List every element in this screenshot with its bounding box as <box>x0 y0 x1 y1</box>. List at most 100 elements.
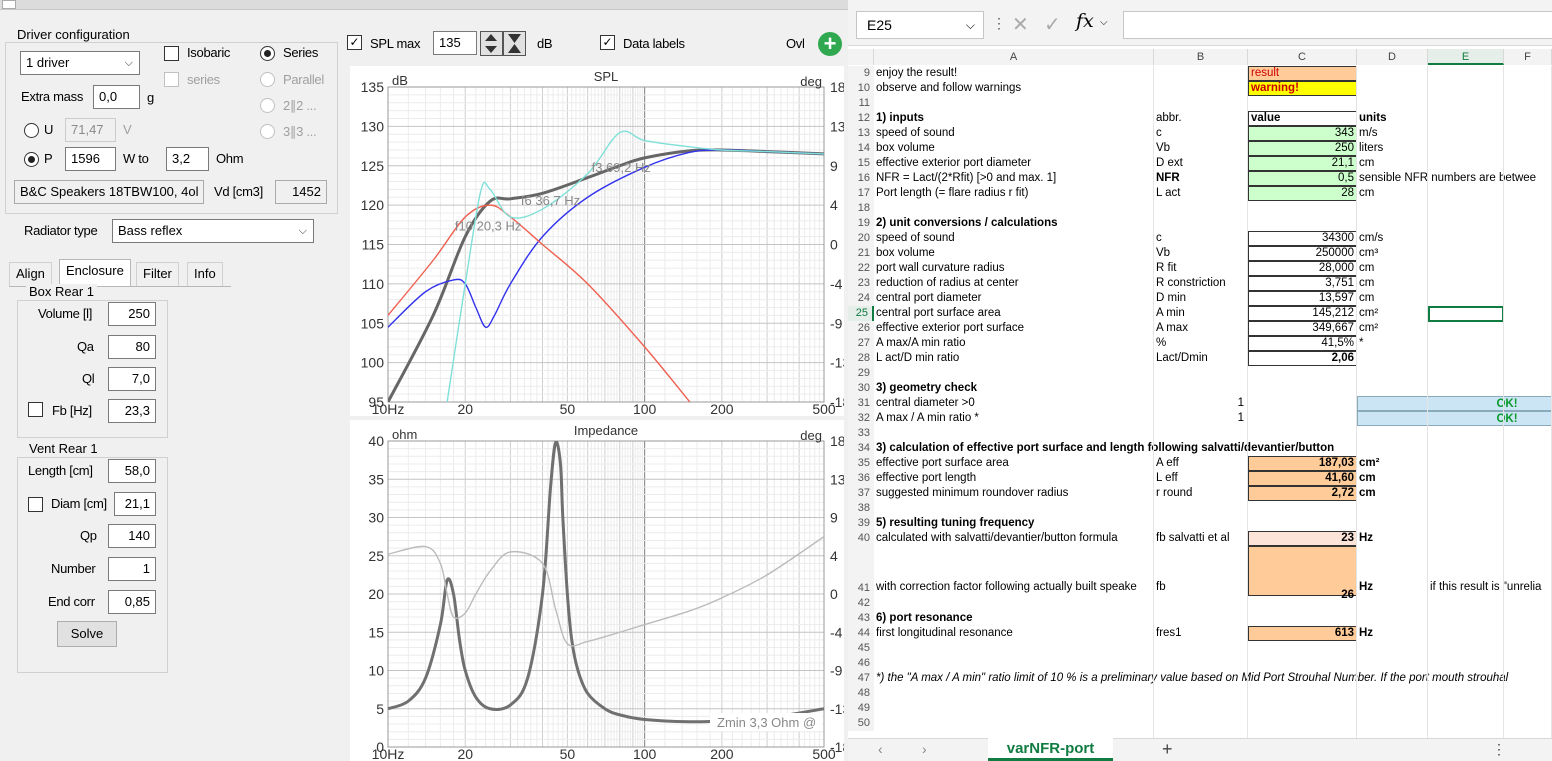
prev-sheet-icon[interactable]: ‹ <box>878 741 883 757</box>
row-header[interactable]: 46 <box>848 656 874 671</box>
row-header[interactable]: 18 <box>848 201 874 216</box>
formula-input[interactable] <box>1123 11 1552 39</box>
cell-d[interactable]: cm <box>1357 276 1428 291</box>
cell-c[interactable]: 343 <box>1248 126 1357 141</box>
voltage-input[interactable]: 71,47 <box>65 118 116 142</box>
cell-b[interactable]: Vb <box>1154 246 1246 261</box>
row-header[interactable]: 29 <box>848 366 874 381</box>
cell-d[interactable]: liters <box>1357 141 1428 156</box>
cell-d[interactable]: cm² <box>1357 456 1428 471</box>
cell-d[interactable]: Hz <box>1357 531 1428 546</box>
cell-b[interactable]: 1 <box>1154 396 1246 411</box>
cell-c[interactable]: 23 <box>1248 531 1357 546</box>
cell-e[interactable]: OK! <box>1357 411 1552 426</box>
cell-a[interactable]: central port surface area <box>874 306 1154 321</box>
cell-b[interactable]: 1 <box>1154 411 1246 426</box>
row-header[interactable]: 30 <box>848 381 874 396</box>
qa-input[interactable]: 80 <box>108 335 156 359</box>
row-header[interactable]: 23 <box>848 276 874 291</box>
row-header[interactable]: 42 <box>848 596 874 611</box>
cell-a[interactable]: box volume <box>874 246 1154 261</box>
power-radio[interactable] <box>24 152 39 167</box>
column-header-e[interactable]: E <box>1428 49 1504 65</box>
cell-a[interactable]: enjoy the result! <box>874 66 1154 81</box>
cell-a[interactable]: effective exterior port diameter <box>874 156 1154 171</box>
tab-enclosure[interactable]: Enclosure <box>59 259 131 287</box>
tab-filter[interactable]: Filter <box>136 262 179 286</box>
cell-c[interactable]: 145,212 <box>1248 306 1357 321</box>
row-header[interactable]: 28 <box>848 351 874 366</box>
row-header[interactable]: 19 <box>848 216 874 231</box>
diam-input[interactable]: 21,1 <box>114 492 156 516</box>
cell-c[interactable]: 349,667 <box>1248 321 1357 336</box>
impedance-input[interactable]: 3,2 <box>166 147 209 171</box>
cell-d[interactable]: cm <box>1357 486 1428 501</box>
cell-c[interactable]: value <box>1248 111 1357 126</box>
cell-a[interactable]: NFR = Lact/(2*Rfit) [>0 and max. 1] <box>874 171 1154 186</box>
column-header-d[interactable]: D <box>1357 49 1428 65</box>
volume-input[interactable]: 250 <box>108 302 156 326</box>
name-box[interactable]: E25 ⌵ <box>856 11 984 39</box>
fb-checkbox[interactable] <box>28 402 43 417</box>
cell-a[interactable]: first longitudinal resonance <box>874 626 1154 641</box>
cell-d[interactable]: m/s <box>1357 126 1428 141</box>
cell-a[interactable]: with correction factor following actuall… <box>874 580 1154 595</box>
add-overlay-icon[interactable]: + <box>818 32 842 56</box>
cell-b[interactable]: D min <box>1154 291 1246 306</box>
row-header[interactable]: 32 <box>848 411 874 426</box>
cell-c[interactable]: 0,5 <box>1248 171 1357 186</box>
row-header[interactable]: 50 <box>848 716 874 731</box>
row-header[interactable]: 11 <box>848 96 874 111</box>
cell-d[interactable]: cm² <box>1357 306 1428 321</box>
row-header[interactable]: 45 <box>848 641 874 656</box>
cell-c[interactable]: 2,72 <box>1248 486 1357 501</box>
column-header-f[interactable]: F <box>1504 49 1552 65</box>
cell-a[interactable]: 3) geometry check <box>874 381 1154 396</box>
isobaric-checkbox[interactable] <box>164 46 179 61</box>
row-header[interactable]: 44 <box>848 626 874 641</box>
cell-b[interactable]: R fit <box>1154 261 1246 276</box>
cell-b[interactable]: A min <box>1154 306 1246 321</box>
column-header-c[interactable]: C <box>1248 49 1357 65</box>
diam-checkbox[interactable] <box>28 497 43 512</box>
cell-d[interactable]: cm <box>1357 186 1428 201</box>
cell-c[interactable]: 41,60 <box>1248 471 1357 486</box>
cell-b[interactable]: A eff <box>1154 456 1246 471</box>
ql-input[interactable]: 7,0 <box>108 367 156 391</box>
series-radio[interactable] <box>260 46 275 61</box>
voltage-radio[interactable] <box>24 123 39 138</box>
column-header-b[interactable]: B <box>1154 49 1248 65</box>
selected-cell[interactable] <box>1428 306 1504 322</box>
cell-b[interactable]: c <box>1154 126 1246 141</box>
column-header-a[interactable]: A <box>874 49 1154 65</box>
row-header[interactable]: 34 <box>848 441 874 456</box>
cell-a[interactable]: central port diameter <box>874 291 1154 306</box>
row-header[interactable]: 12 <box>848 111 874 126</box>
cell-a[interactable]: 6) port resonance <box>874 611 1154 626</box>
chevron-down-icon[interactable]: ⌵ <box>1100 17 1108 28</box>
cell-b[interactable]: fb salvatti et al <box>1154 531 1246 546</box>
row-header[interactable]: 27 <box>848 336 874 351</box>
extra-mass-input[interactable]: 0,0 <box>93 85 140 109</box>
function-icon[interactable]: fx <box>1076 10 1094 32</box>
cell-d[interactable]: cm <box>1357 291 1428 306</box>
cell-b[interactable]: L eff <box>1154 471 1246 486</box>
row-header[interactable]: 22 <box>848 261 874 276</box>
row-header[interactable]: 39 <box>848 516 874 531</box>
radio-3p3[interactable] <box>260 124 275 139</box>
row-header[interactable]: 25 <box>848 306 874 321</box>
cell-a[interactable]: Port length (= flare radius r fit) <box>874 186 1154 201</box>
row-header[interactable]: 10 <box>848 81 874 96</box>
row-header[interactable]: 24 <box>848 291 874 306</box>
spl-max-checkbox[interactable]: ✓ <box>347 35 362 50</box>
cell-a[interactable]: reduction of radius at center <box>874 276 1154 291</box>
cell-c[interactable]: 13,597 <box>1248 291 1357 306</box>
cell-a[interactable]: effective port length <box>874 471 1154 486</box>
cell-e[interactable]: if this result is "unrelia <box>1428 580 1541 595</box>
cell-c[interactable]: 250 <box>1248 141 1357 156</box>
cell-a[interactable]: port wall curvature radius <box>874 261 1154 276</box>
power-input[interactable]: 1596 <box>65 147 116 171</box>
cell-c[interactable]: 26 <box>1248 546 1357 601</box>
cell-b[interactable]: % <box>1154 336 1246 351</box>
cell-a[interactable]: suggested minimum roundover radius <box>874 486 1154 501</box>
